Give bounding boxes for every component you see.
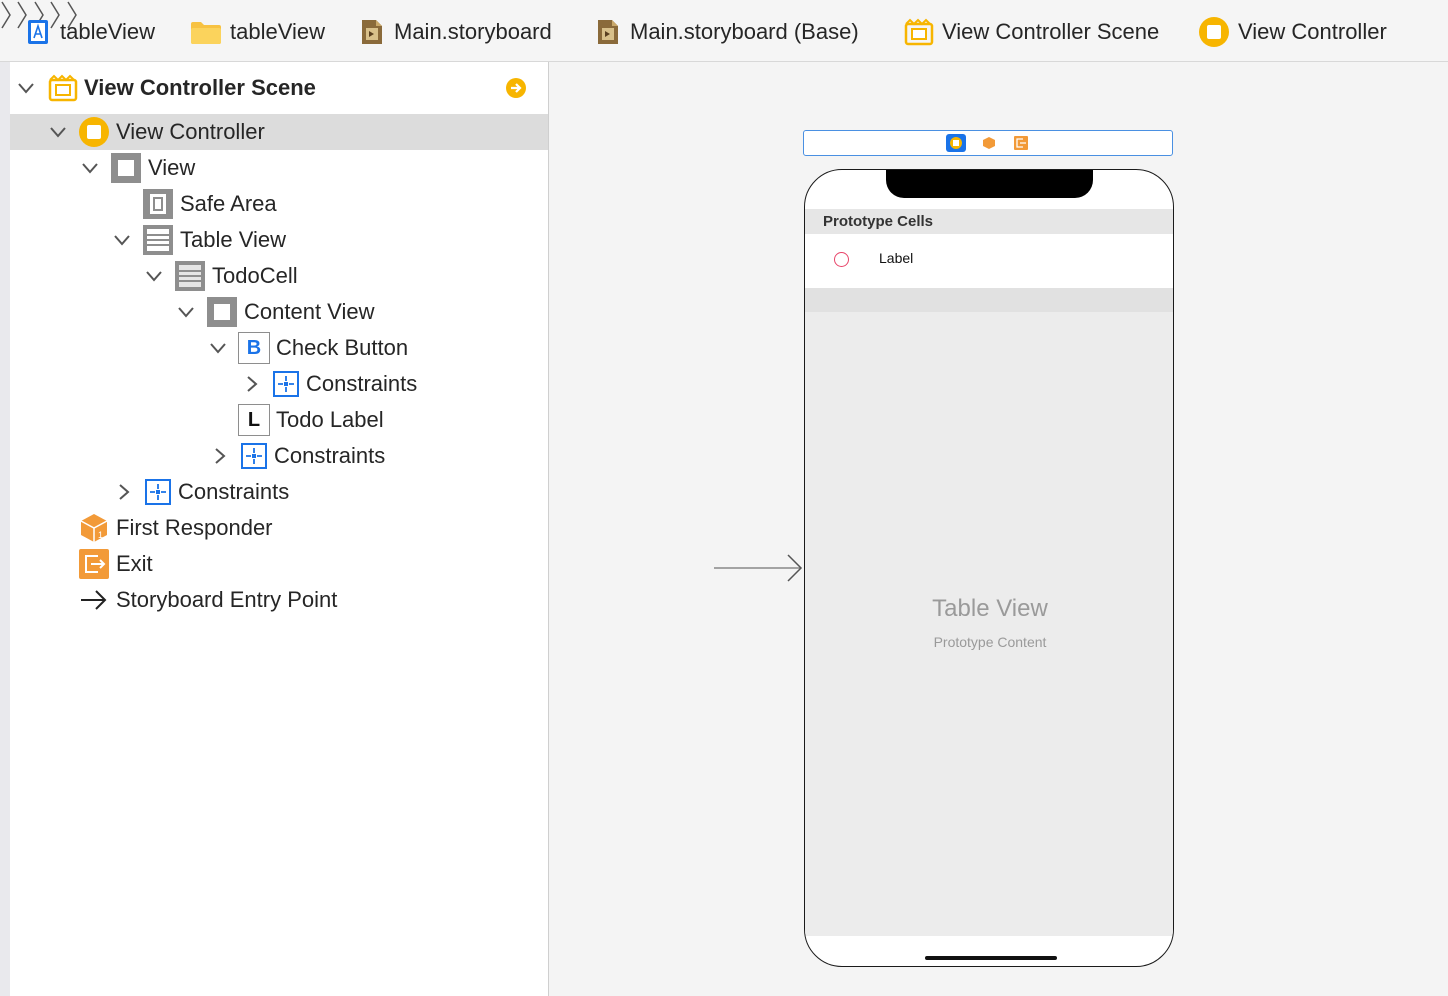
outline-label: TodoCell xyxy=(212,263,298,288)
breadcrumb-item-storyboard-base[interactable]: Main.storyboard (Base) xyxy=(594,14,859,50)
view-controller-icon xyxy=(78,116,110,148)
breadcrumb-label: Main.storyboard (Base) xyxy=(630,19,859,44)
outline-row-entry-point[interactable]: Storyboard Entry Point xyxy=(78,582,337,618)
view-icon xyxy=(206,296,238,328)
exit-icon[interactable] xyxy=(1014,136,1028,155)
outline-row-view[interactable]: View xyxy=(110,150,195,186)
table-view-placeholder-subtitle: Prototype Content xyxy=(933,634,1047,650)
outline-label: Todo Label xyxy=(276,407,384,432)
breadcrumb-label: tableView xyxy=(230,19,325,44)
jump-bar: tableView tableView Main.storyboard Main… xyxy=(0,0,1448,62)
chevron-right-icon xyxy=(1,1,11,29)
outline-label: Exit xyxy=(116,551,153,576)
outline-row-first-responder[interactable]: 1 First Responder xyxy=(78,510,273,546)
outline-row-view-constraints[interactable]: Constraints xyxy=(144,474,289,510)
outline-label: Check Button xyxy=(276,335,409,360)
outline-label: Constraints xyxy=(178,479,290,504)
svg-text:1: 1 xyxy=(98,530,103,540)
outline-row-content-constraints[interactable]: Constraints xyxy=(240,438,385,474)
outline-row-check-button[interactable]: B Check Button xyxy=(238,330,408,366)
breadcrumb-label: tableView xyxy=(60,19,155,44)
disclosure-expanded-icon[interactable] xyxy=(80,158,100,178)
xcode-project-icon xyxy=(26,18,52,46)
outline-row-todo-cell[interactable]: TodoCell xyxy=(174,258,298,294)
outline-label: View Controller xyxy=(116,119,265,144)
outline-label: View Controller Scene xyxy=(84,75,316,100)
breadcrumb-item-scene[interactable]: View Controller Scene xyxy=(904,14,1159,50)
storyboard-file-icon xyxy=(594,18,622,46)
outline-row-todo-label[interactable]: L Todo Label xyxy=(238,402,384,438)
disclosure-expanded-icon[interactable] xyxy=(144,266,164,286)
storyboard-file-icon xyxy=(358,18,386,46)
exit-icon xyxy=(78,548,110,580)
outline-label: Storyboard Entry Point xyxy=(116,587,338,612)
scene-navigate-icon[interactable] xyxy=(505,77,527,104)
outline-row-safe-area[interactable]: Safe Area xyxy=(142,186,277,222)
view-icon xyxy=(110,152,142,184)
breadcrumb-item-view-controller[interactable]: View Controller xyxy=(1198,14,1387,50)
scene-dock xyxy=(803,130,1173,156)
outline-row-table-view[interactable]: Table View xyxy=(142,222,286,258)
outline-label: Constraints xyxy=(306,371,418,396)
first-responder-icon[interactable] xyxy=(982,136,996,155)
breadcrumb-item-folder[interactable]: tableView xyxy=(190,14,325,50)
window-edge xyxy=(0,62,10,996)
breadcrumb-label: Main.storyboard xyxy=(394,19,552,44)
home-indicator xyxy=(925,956,1057,960)
device-frame[interactable]: Prototype Cells Label Table View Prototy… xyxy=(804,169,1174,967)
breadcrumb-item-project[interactable]: tableView xyxy=(26,14,155,50)
table-view-placeholder-title: Table View xyxy=(932,595,1048,622)
disclosure-expanded-icon[interactable] xyxy=(112,230,132,250)
outline-label: Safe Area xyxy=(180,191,277,216)
outline-label: View xyxy=(148,155,196,180)
table-section-gap xyxy=(805,288,1173,312)
constraints-icon xyxy=(272,370,300,398)
first-responder-icon: 1 xyxy=(78,512,110,544)
entry-point-arrow-icon[interactable] xyxy=(714,553,806,583)
label-icon: L xyxy=(238,404,270,436)
view-controller-icon[interactable] xyxy=(946,134,966,157)
constraints-icon xyxy=(240,442,268,470)
scene-icon xyxy=(904,18,934,46)
outline-row-exit[interactable]: Exit xyxy=(78,546,153,582)
cell-label[interactable]: Label xyxy=(879,250,913,266)
outline-scene-row[interactable]: View Controller Scene xyxy=(48,70,316,106)
prototype-cells-header: Prototype Cells xyxy=(805,209,1173,234)
disclosure-collapsed-icon[interactable] xyxy=(210,446,230,466)
breadcrumb-item-storyboard[interactable]: Main.storyboard xyxy=(358,14,552,50)
table-view-area[interactable] xyxy=(805,312,1173,936)
device-notch xyxy=(886,170,1093,198)
disclosure-collapsed-icon[interactable] xyxy=(114,482,134,502)
prototype-cell[interactable]: Label xyxy=(805,234,1173,288)
outline-label: Table View xyxy=(180,227,286,252)
outline-label: Content View xyxy=(244,299,375,324)
breadcrumb-label: View Controller Scene xyxy=(942,19,1160,44)
breadcrumb-label: View Controller xyxy=(1238,19,1387,44)
constraints-icon xyxy=(144,478,172,506)
view-controller-icon xyxy=(1198,16,1230,48)
disclosure-collapsed-icon[interactable] xyxy=(242,374,262,394)
arrow-right-icon xyxy=(78,584,110,616)
outline-row-button-constraints[interactable]: Constraints xyxy=(272,366,417,402)
disclosure-expanded-icon[interactable] xyxy=(48,122,68,142)
check-circle-icon[interactable] xyxy=(834,252,849,267)
safe-area-icon xyxy=(142,188,174,220)
folder-icon xyxy=(190,19,222,45)
outline-label: Constraints xyxy=(274,443,386,468)
disclosure-expanded-icon[interactable] xyxy=(176,302,196,322)
disclosure-expanded-icon[interactable] xyxy=(208,338,228,358)
table-cell-icon xyxy=(174,260,206,292)
disclosure-expanded-icon[interactable] xyxy=(16,78,36,98)
outline-label: First Responder xyxy=(116,515,273,540)
scene-icon xyxy=(48,74,78,102)
outline-row-view-controller[interactable]: View Controller xyxy=(78,114,265,150)
button-icon: B xyxy=(238,332,270,364)
table-view-icon xyxy=(142,224,174,256)
outline-row-content-view[interactable]: Content View xyxy=(206,294,374,330)
